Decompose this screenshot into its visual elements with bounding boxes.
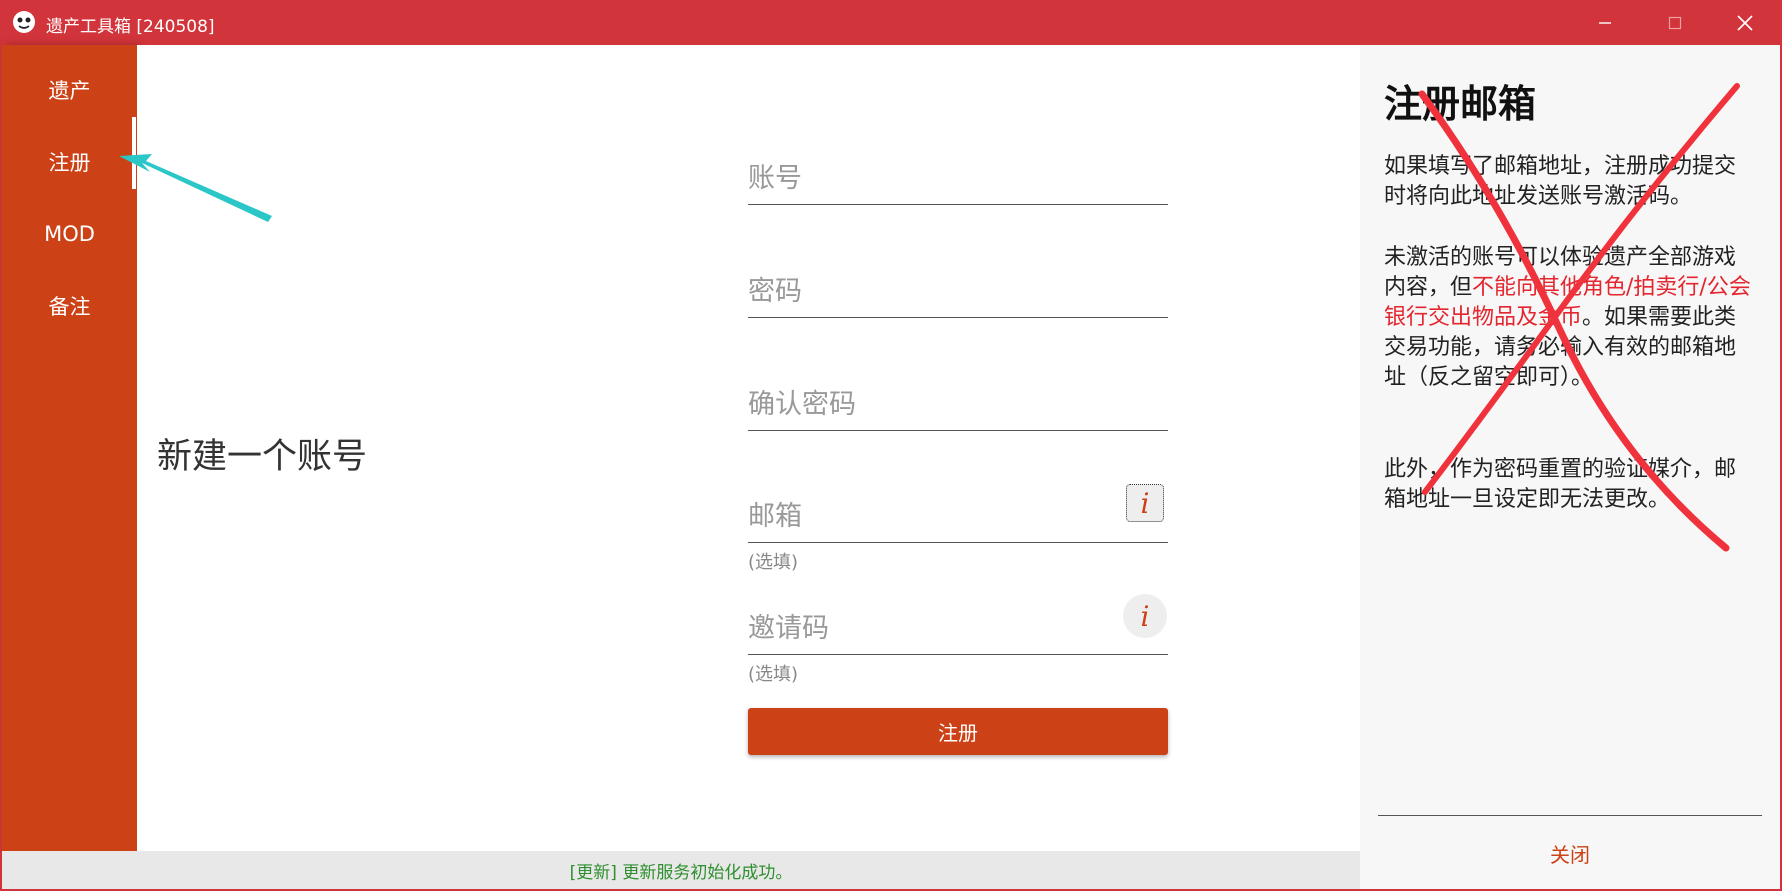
sidebar-item-label: 注册 — [48, 151, 91, 175]
password-input[interactable] — [748, 269, 1108, 313]
help-title: 注册邮箱 — [1384, 82, 1537, 126]
help-paragraph-3: 此外，作为密码重置的验证媒介，邮箱地址一旦设定即无法更改。 — [1384, 457, 1737, 512]
email-optional-hint: (选填) — [748, 552, 799, 573]
info-icon: i — [1140, 599, 1150, 633]
sidebar-item-mod[interactable]: MOD — [2, 198, 137, 270]
close-window-button[interactable] — [1710, 0, 1780, 45]
register-form-area: 新建一个账号 i (选填) i (选填) 注册 — [137, 45, 1360, 851]
help-paragraph-1: 如果填写了邮箱地址，注册成功提交时将向此地址发送账号激活码。 — [1384, 154, 1737, 209]
email-info-button[interactable]: i — [1126, 484, 1164, 522]
register-button[interactable]: 注册 — [748, 708, 1168, 755]
help-paragraph-2: 未激活的账号可以体验遗产全部游戏内容，但不能向其他角色/拍卖行/公会银行交出物品… — [1384, 243, 1754, 393]
sidebar-item-label: MOD — [44, 222, 95, 246]
status-text: [更新] 更新服务初始化成功。 — [569, 862, 793, 883]
invite-code-field — [748, 595, 1168, 655]
window-title: 遗产工具箱 [240508] — [46, 17, 215, 37]
invite-optional-hint: (选填) — [748, 664, 799, 685]
maximize-icon — [1668, 16, 1682, 29]
invite-code-input[interactable] — [748, 606, 1108, 650]
minimize-icon — [1599, 21, 1611, 24]
maximize-button[interactable] — [1640, 0, 1710, 45]
sidebar-item-register[interactable]: 注册 — [2, 126, 137, 198]
info-icon: i — [1140, 486, 1150, 520]
sidebar-item-legacy[interactable]: 遗产 — [2, 54, 137, 126]
email-input[interactable] — [748, 494, 1108, 538]
sidebar-item-notes[interactable]: 备注 — [2, 270, 137, 342]
minimize-button[interactable] — [1570, 0, 1640, 45]
title-bar: 遗产工具箱 [240508] — [0, 0, 1782, 45]
app-logo-icon — [13, 11, 35, 33]
password-field — [748, 258, 1168, 318]
help-divider — [1378, 815, 1762, 816]
close-help-button[interactable]: 关闭 — [1378, 825, 1762, 881]
account-field — [748, 145, 1168, 205]
email-field — [748, 483, 1168, 543]
sidebar-item-label: 遗产 — [48, 79, 91, 103]
confirm-password-field — [748, 371, 1168, 431]
close-icon — [1737, 14, 1753, 31]
status-bar: [更新] 更新服务初始化成功。 — [2, 851, 1360, 889]
invite-info-button[interactable]: i — [1123, 594, 1167, 638]
page-title: 新建一个账号 — [157, 437, 368, 477]
account-input[interactable] — [748, 156, 1108, 200]
sidebar-item-label: 备注 — [48, 295, 91, 319]
active-nav-indicator — [132, 117, 136, 189]
confirm-password-input[interactable] — [748, 382, 1108, 426]
help-panel: 注册邮箱 如果填写了邮箱地址，注册成功提交时将向此地址发送账号激活码。 未激活的… — [1360, 45, 1780, 889]
sidebar: 遗产 注册 MOD 备注 — [2, 45, 137, 851]
